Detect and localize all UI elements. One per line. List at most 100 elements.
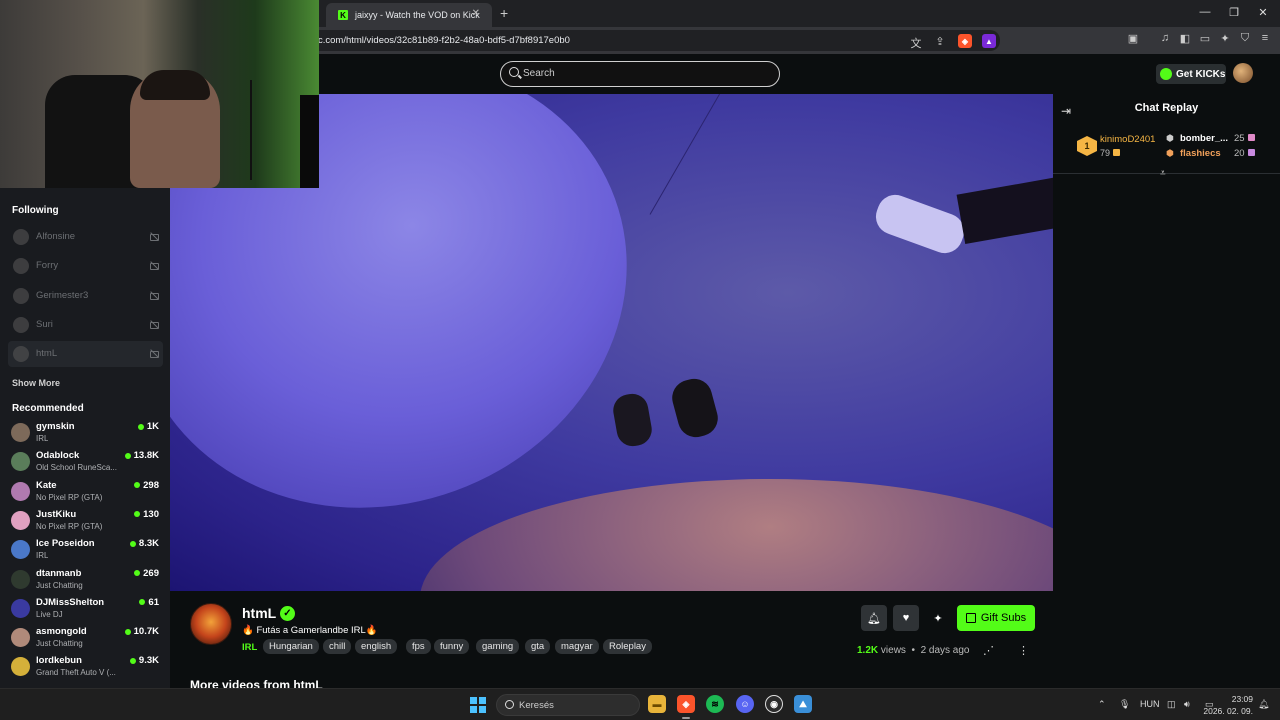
video-frame-shape [649, 94, 736, 215]
live-dot-icon [134, 511, 141, 518]
new-tab-icon[interactable]: + [500, 5, 508, 21]
tag[interactable]: english [355, 639, 398, 654]
heart-icon: ♥ [902, 612, 910, 624]
recommended-item[interactable]: JustKiku No Pixel RP (GTA) 130 [10, 508, 162, 536]
follow-button[interactable]: ♥ [893, 605, 919, 631]
hexagon-icon: ⬢ [1166, 133, 1174, 143]
tag[interactable]: chill [323, 639, 352, 654]
clock[interactable]: 23:09 2026. 02. 09. [1203, 693, 1253, 717]
tag[interactable]: gaming [476, 639, 520, 654]
tab-close-icon[interactable]: ✕ [472, 8, 480, 19]
avatar [13, 229, 29, 245]
clock-date: 2026. 02. 09. [1203, 706, 1253, 716]
share-page-icon[interactable]: ⇪ [932, 35, 948, 48]
sparkle-button[interactable]: ✦ [925, 605, 951, 631]
address-bar[interactable]: c.com/html/videos/32c81b89-f2b2-48a0-bdf… [300, 30, 1000, 51]
viewer-count-value: 298 [143, 479, 159, 491]
menu-icon[interactable]: ≡ [1257, 32, 1273, 44]
viewer-count: 9.3K [129, 655, 159, 666]
tag[interactable]: gta [525, 639, 551, 654]
following-item[interactable]: Alfonsine [8, 224, 163, 250]
get-kicks-label: Get KICKs [1176, 68, 1226, 80]
file-explorer-icon[interactable]: ▬ [648, 695, 666, 713]
recommended-title: Recommended [12, 403, 84, 414]
recommended-name: DJMissShelton [36, 596, 105, 608]
vpn-icon[interactable]: ⛉ [1237, 32, 1253, 45]
spotify-icon[interactable]: ≋ [706, 695, 724, 713]
notification-bell-button[interactable]: 🔔︎ [861, 605, 887, 631]
leaderboard-name[interactable]: kinimoD2401 [1100, 134, 1155, 145]
viewer-count-value: 269 [143, 567, 159, 579]
user-avatar[interactable] [1233, 63, 1253, 83]
leaderboard-name[interactable]: flashiecs [1180, 148, 1221, 159]
share-icon[interactable]: ⋰ [983, 644, 994, 657]
recommended-category: Old School RuneSca... [36, 463, 117, 473]
photos-icon[interactable]: ⛰ [794, 695, 812, 713]
browser-tab[interactable]: K jaixyy - Watch the VOD on Kick ✕ [326, 3, 492, 27]
leaderboard-name[interactable]: bomber_... [1180, 133, 1228, 144]
maximize-icon[interactable]: ❐ [1224, 6, 1244, 19]
media-icon[interactable]: ♫ [1157, 32, 1173, 44]
network-icon[interactable]: ◫ [1167, 699, 1176, 710]
language-indicator[interactable]: HUN [1140, 699, 1160, 709]
gift-icon [1113, 149, 1121, 156]
video-frame-shape [956, 173, 1053, 245]
recommended-category: IRL [36, 551, 49, 561]
close-window-icon[interactable]: ✕ [1253, 6, 1273, 19]
brave-rewards-icon[interactable]: ▲ [982, 34, 996, 48]
viewer-count: 8.3K [129, 538, 159, 549]
recommended-item[interactable]: Kate No Pixel RP (GTA) 298 [10, 479, 162, 507]
more-options-icon[interactable]: ⋮ [1018, 644, 1029, 657]
notifications-icon[interactable]: 🔔︎ [1258, 699, 1269, 710]
show-more-button[interactable]: Show More [12, 378, 60, 388]
sidebar-toggle-icon[interactable]: ◧ [1177, 32, 1193, 45]
gift-subs-label: Gift Subs [980, 612, 1027, 624]
taskbar-search[interactable]: Keresés [496, 694, 640, 716]
get-kicks-button[interactable]: Get KICKs [1156, 64, 1226, 84]
recommended-item[interactable]: Ice Poseidon IRL 8.3K [10, 537, 162, 565]
tag[interactable]: magyar [555, 639, 599, 654]
channel-avatar[interactable] [190, 603, 232, 645]
brave-browser-icon[interactable]: ◈ [677, 695, 695, 713]
recommended-item[interactable]: dtanmanb Just Chatting 269 [10, 567, 162, 595]
viewer-count: 130 [134, 509, 159, 520]
channel-name[interactable]: htmL [242, 605, 276, 621]
following-item[interactable]: Gerimester3 [8, 283, 163, 309]
minimize-icon[interactable]: — [1195, 6, 1215, 18]
recommended-category: No Pixel RP (GTA) [36, 521, 103, 531]
screenshot-icon[interactable]: ▣ [1125, 32, 1141, 45]
expand-leaderboard-icon[interactable]: ⩡ [1160, 168, 1166, 179]
following-item[interactable]: Forry [8, 253, 163, 279]
leo-ai-icon[interactable]: ✦ [1217, 32, 1233, 45]
discord-icon[interactable]: ☺ [736, 695, 754, 713]
recommended-item[interactable]: gymskin IRL 1K [10, 420, 162, 448]
tag[interactable]: Roleplay [603, 639, 652, 654]
tag[interactable]: fps [406, 639, 431, 654]
tag[interactable]: funny [434, 639, 470, 654]
recommended-name: JustKiku [36, 508, 77, 520]
tag[interactable]: Hungarian [263, 639, 319, 654]
translate-icon[interactable]: 文 [908, 35, 924, 51]
following-item[interactable]: Suri [8, 312, 163, 338]
tray-overflow-icon[interactable]: ⌃ [1098, 699, 1106, 710]
viewer-count: 61 [139, 597, 159, 608]
search-input[interactable]: Search [500, 61, 780, 87]
recommended-item[interactable]: lordkebun Grand Theft Auto V (... 9.3K [10, 654, 162, 682]
obs-icon[interactable]: ◉ [765, 695, 783, 713]
recommended-item[interactable]: DJMissShelton Live DJ 61 [10, 596, 162, 624]
category-link[interactable]: IRL [242, 642, 257, 653]
avatar [11, 657, 30, 677]
gift-subs-button[interactable]: Gift Subs [957, 605, 1035, 631]
recommended-name: gymskin [36, 421, 75, 432]
microphone-icon[interactable]: 🎙︎ [1119, 699, 1130, 710]
volume-icon[interactable]: 🔊︎ [1184, 699, 1190, 710]
wallet-icon[interactable]: ▭ [1197, 32, 1213, 45]
recommended-item[interactable]: Odablock Old School RuneSca... 13.8K [10, 449, 162, 477]
webcam-shape [140, 70, 210, 100]
brave-shields-icon[interactable]: ◈ [958, 34, 972, 48]
following-item[interactable]: htmL [8, 341, 163, 367]
recommended-item[interactable]: asmongold Just Chatting 10.7K [10, 625, 162, 653]
windows-start-icon[interactable] [470, 697, 486, 713]
url-text: c.com/html/videos/32c81b89-f2b2-48a0-bdf… [318, 35, 570, 46]
views-count: 1.2K [857, 645, 879, 656]
